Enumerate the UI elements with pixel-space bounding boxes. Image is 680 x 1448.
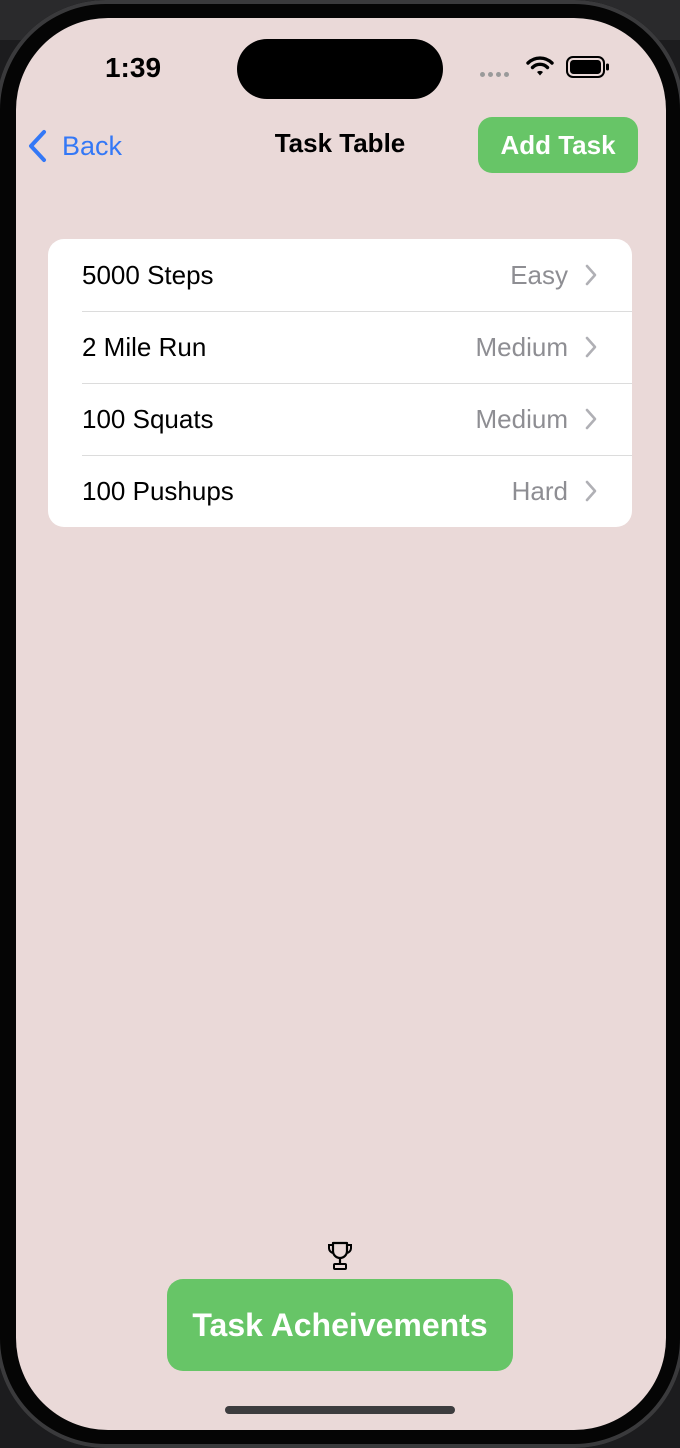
status-time: 1:39 (104, 52, 162, 83)
task-achievements-button[interactable]: Task Acheivements (167, 1279, 513, 1371)
task-row[interactable]: 2 Mile Run Medium (48, 311, 632, 383)
task-difficulty: Hard (511, 475, 568, 506)
add-task-button[interactable]: Add Task (478, 117, 638, 173)
wifi-icon (526, 56, 554, 76)
task-list: 5000 Steps Easy 2 Mile Run Medium 100 Sq… (48, 239, 632, 527)
chevron-right-icon (585, 264, 597, 286)
chevron-right-icon (585, 480, 597, 502)
dynamic-island (237, 39, 443, 99)
battery-icon (566, 56, 609, 78)
task-row[interactable]: 100 Squats Medium (48, 383, 632, 455)
task-row[interactable]: 100 Pushups Hard (48, 455, 632, 527)
task-name: 5000 Steps (82, 259, 214, 290)
task-name: 2 Mile Run (82, 331, 207, 362)
screen (16, 18, 666, 1430)
chevron-right-icon (585, 336, 597, 358)
status-indicators (480, 52, 620, 84)
task-name: 100 Squats (82, 403, 214, 434)
back-label: Back (62, 130, 123, 161)
back-button[interactable]: Back (26, 126, 122, 166)
trophy-icon (328, 1241, 352, 1270)
phone-device: 1:39 Back Task Table Add Task 5000 Steps… (0, 0, 680, 1448)
task-difficulty: Medium (475, 331, 568, 362)
chevron-left-icon (29, 130, 46, 162)
task-row[interactable]: 5000 Steps Easy (48, 239, 632, 311)
cellular-signal-icon (480, 72, 509, 77)
task-name: 100 Pushups (82, 475, 234, 506)
task-difficulty: Medium (475, 403, 568, 434)
task-difficulty: Easy (510, 259, 568, 290)
page-title: Task Table (274, 128, 406, 158)
home-indicator[interactable] (225, 1406, 455, 1414)
chevron-right-icon (585, 408, 597, 430)
